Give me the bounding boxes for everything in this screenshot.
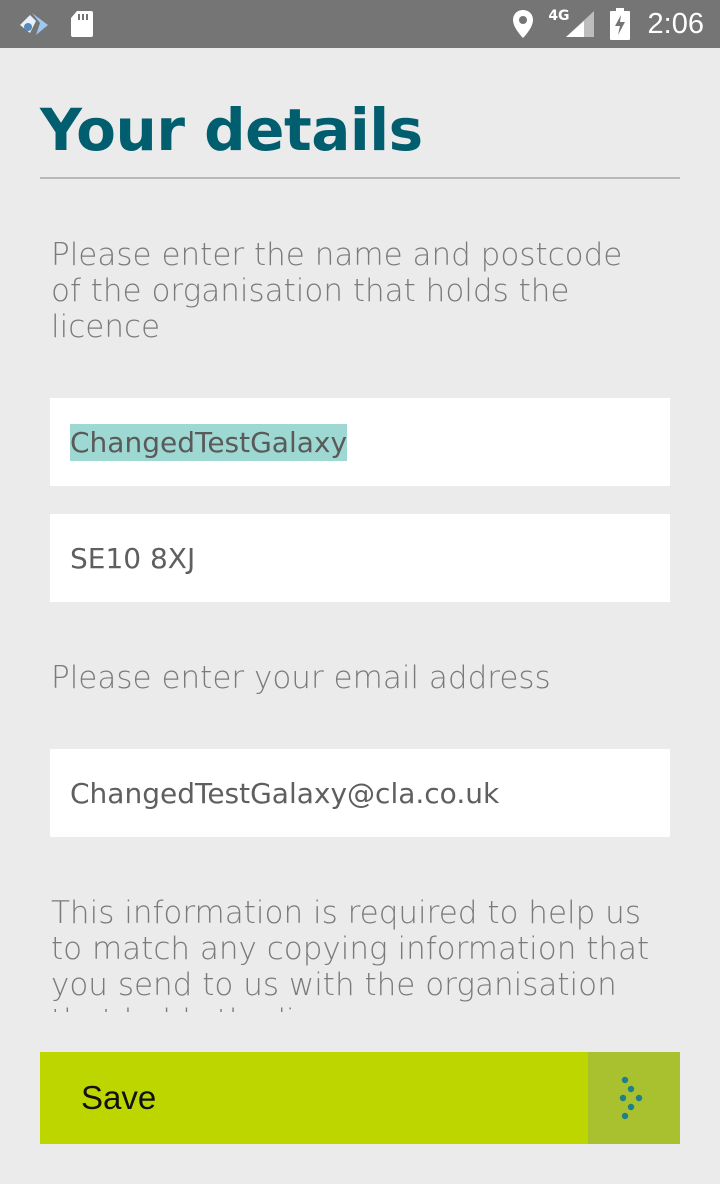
organisation-name-value: ChangedTestGalaxy [70, 423, 348, 461]
signal-icon: 4G [548, 8, 595, 39]
postcode-value: SE10 8XJ [70, 541, 196, 575]
battery-charging-icon [609, 8, 630, 40]
status-time: 2:06 [647, 7, 704, 40]
save-button[interactable]: Save [40, 1052, 680, 1144]
email-input[interactable]: ChangedTestGalaxy@cla.co.uk [50, 749, 670, 837]
status-bar: 4G 2:06 [0, 0, 720, 48]
save-label: Save [81, 1079, 157, 1116]
sd-card-icon [70, 10, 94, 38]
organisation-name-input[interactable]: ChangedTestGalaxy [50, 398, 670, 486]
location-icon [512, 9, 534, 39]
intro-text: Please enter the name and postcode of th… [51, 237, 623, 345]
info-scroll-area[interactable]: This information is required to help us … [0, 880, 720, 1012]
email-label: Please enter your email address [51, 660, 551, 696]
app-icon [16, 9, 52, 39]
info-text: This information is required to help us … [51, 895, 650, 1012]
network-type: 4G [548, 8, 570, 24]
title-divider [40, 177, 680, 179]
postcode-input[interactable]: SE10 8XJ [50, 514, 670, 602]
email-value: ChangedTestGalaxy@cla.co.uk [70, 776, 500, 810]
dotted-arrow-icon [588, 1052, 680, 1144]
page-title: Your details [40, 96, 423, 164]
